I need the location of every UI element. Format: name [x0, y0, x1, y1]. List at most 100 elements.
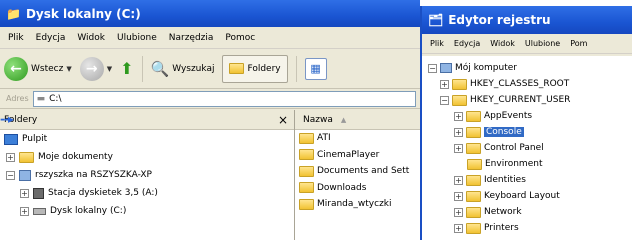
tree-item-computer[interactable]: − rszyszka na RSZYSZKA-XP: [0, 166, 294, 184]
expand-icon[interactable]: +: [454, 111, 463, 121]
menu-edycja[interactable]: Edycja: [454, 39, 480, 48]
explorer-titlebar[interactable]: 📁 Dysk lokalny (C:): [0, 0, 420, 27]
explorer-window: 📁 Dysk lokalny (C:) Plik Edycja Widok Ul…: [0, 0, 420, 240]
search-icon: 🔍: [150, 59, 170, 78]
drive-icon: ▬: [36, 93, 46, 104]
tree-item-floppy[interactable]: + Stacja dyskietek 3,5 (A:): [0, 184, 294, 202]
folder-icon: [229, 63, 245, 74]
floppy-icon: [33, 187, 44, 199]
address-label: Adres: [6, 94, 29, 103]
chevron-down-icon[interactable]: ▼: [66, 65, 71, 73]
folder-icon: [466, 126, 481, 138]
reg-label: Identities: [484, 175, 526, 185]
address-input[interactable]: ▬ C:\: [32, 90, 416, 107]
menu-ulubione[interactable]: Ulubione: [117, 33, 157, 43]
column-header-name[interactable]: Nazwa ▲: [295, 110, 420, 130]
menu-widok[interactable]: Widok: [77, 33, 105, 43]
menu-narzedzia[interactable]: Narzędzia: [169, 33, 214, 43]
file-label: CinemaPlayer: [317, 149, 380, 160]
collapse-icon[interactable]: −: [6, 170, 15, 180]
reg-item-printers[interactable]: + Printers: [422, 220, 632, 236]
forward-arrow-icon: →: [79, 56, 104, 81]
expand-icon[interactable]: +: [454, 223, 463, 233]
address-bar: Adres ▬ C:\: [0, 89, 420, 109]
file-item[interactable]: CinemaPlayer: [295, 147, 420, 164]
collapse-icon[interactable]: −: [428, 63, 437, 73]
regedit-titlebar[interactable]: 🗂 Edytor rejestru: [422, 6, 632, 34]
desktop-icon: [4, 133, 18, 145]
menu-edycja[interactable]: Edycja: [36, 33, 66, 43]
menu-pomoc[interactable]: Pomoc: [225, 33, 255, 43]
file-label: Miranda_wtyczki: [317, 199, 392, 210]
reg-item-control-panel[interactable]: + Control Panel: [422, 140, 632, 156]
file-label: Downloads: [317, 182, 367, 193]
address-value: C:\: [49, 93, 62, 104]
file-item[interactable]: ATI: [295, 130, 420, 147]
regedit-title: Edytor rejestru: [448, 13, 551, 27]
expand-icon[interactable]: +: [20, 188, 29, 198]
expand-icon[interactable]: +: [20, 206, 29, 216]
collapse-icon[interactable]: −: [440, 95, 449, 105]
menu-widok[interactable]: Widok: [490, 39, 515, 48]
expand-icon[interactable]: +: [440, 79, 449, 89]
reg-item-network[interactable]: + Network: [422, 204, 632, 220]
up-folder-icon[interactable]: ⬆: [120, 59, 133, 78]
folders-button[interactable]: Foldery: [222, 54, 288, 83]
menu-pomoc[interactable]: Pom: [570, 39, 587, 48]
expand-icon[interactable]: +: [454, 127, 463, 137]
reg-label: HKEY_CLASSES_ROOT: [470, 79, 570, 89]
expand-icon[interactable]: +: [454, 143, 463, 153]
close-icon[interactable]: ×: [278, 113, 288, 127]
expand-icon[interactable]: +: [454, 207, 463, 217]
expand-icon[interactable]: +: [6, 152, 15, 162]
back-button[interactable]: ← Wstecz ▼: [4, 56, 72, 81]
folder-icon: [467, 158, 482, 170]
folder-icon: [299, 198, 314, 210]
reg-item-hkcu[interactable]: − HKEY_CURRENT_USER: [422, 92, 632, 108]
toolbar-separator: [141, 55, 143, 82]
menu-plik[interactable]: Plik: [8, 33, 24, 43]
folder-icon: [466, 142, 481, 154]
tree-item-local-disk[interactable]: + Dysk lokalny (C:): [0, 202, 294, 220]
expand-icon[interactable]: +: [454, 191, 463, 201]
reg-item-console[interactable]: + Console: [422, 124, 632, 140]
expand-icon[interactable]: +: [454, 175, 463, 185]
tree-label: rszyszka na RSZYSZKA-XP: [35, 170, 152, 180]
reg-item-appevents[interactable]: + AppEvents: [422, 108, 632, 124]
reg-item-environment[interactable]: Environment: [422, 156, 632, 172]
folder-icon: [299, 149, 314, 161]
file-item[interactable]: Downloads: [295, 180, 420, 197]
menu-plik[interactable]: Plik: [430, 39, 444, 48]
reg-item-keyboard-layout[interactable]: + Keyboard Layout: [422, 188, 632, 204]
explorer-toolbar: ← Wstecz ▼ → ▼ ⬆ 🔍 Wyszukaj Foldery ▦: [0, 49, 420, 89]
explorer-menubar: Plik Edycja Widok Ulubione Narzędzia Pom…: [0, 27, 420, 49]
reg-label: Keyboard Layout: [484, 191, 560, 201]
file-item[interactable]: Miranda_wtyczki: [295, 196, 420, 213]
reg-item-my-computer[interactable]: − Mój komputer: [422, 60, 632, 76]
search-button[interactable]: 🔍 Wyszukaj: [151, 60, 215, 78]
chevron-down-icon[interactable]: ▼: [107, 65, 112, 73]
tree-item-desktop[interactable]: Pulpit: [0, 130, 294, 148]
folder-icon: [299, 132, 314, 144]
folder-icon: [452, 78, 467, 90]
column-name-label: Nazwa: [303, 114, 333, 125]
views-button[interactable]: ▦: [304, 57, 327, 80]
folder-icon: [299, 165, 314, 177]
regedit-menubar: Plik Edycja Widok Ulubione Pom: [422, 34, 632, 54]
forward-button[interactable]: → ▼: [79, 56, 112, 81]
sort-ascending-icon: ▲: [340, 115, 347, 124]
reg-label: HKEY_CURRENT_USER: [470, 95, 571, 105]
reg-label: Printers: [484, 223, 519, 233]
file-item[interactable]: Documents and Sett: [295, 163, 420, 180]
reg-item-identities[interactable]: + Identities: [422, 172, 632, 188]
folders-pane-header: Foldery ×: [0, 110, 294, 130]
folder-icon: 📁: [6, 6, 21, 21]
regedit-window: 🗂 Edytor rejestru Plik Edycja Widok Ulub…: [420, 6, 632, 240]
menu-ulubione[interactable]: Ulubione: [525, 39, 560, 48]
computer-icon: [440, 63, 452, 73]
tree-item-my-documents[interactable]: + Moje dokumenty: [0, 148, 294, 166]
pointer-arrow-icon: --▸: [0, 112, 14, 126]
reg-item-hkcr[interactable]: + HKEY_CLASSES_ROOT: [422, 76, 632, 92]
folder-icon: [299, 182, 314, 194]
regedit-icon: 🗂: [428, 13, 444, 27]
